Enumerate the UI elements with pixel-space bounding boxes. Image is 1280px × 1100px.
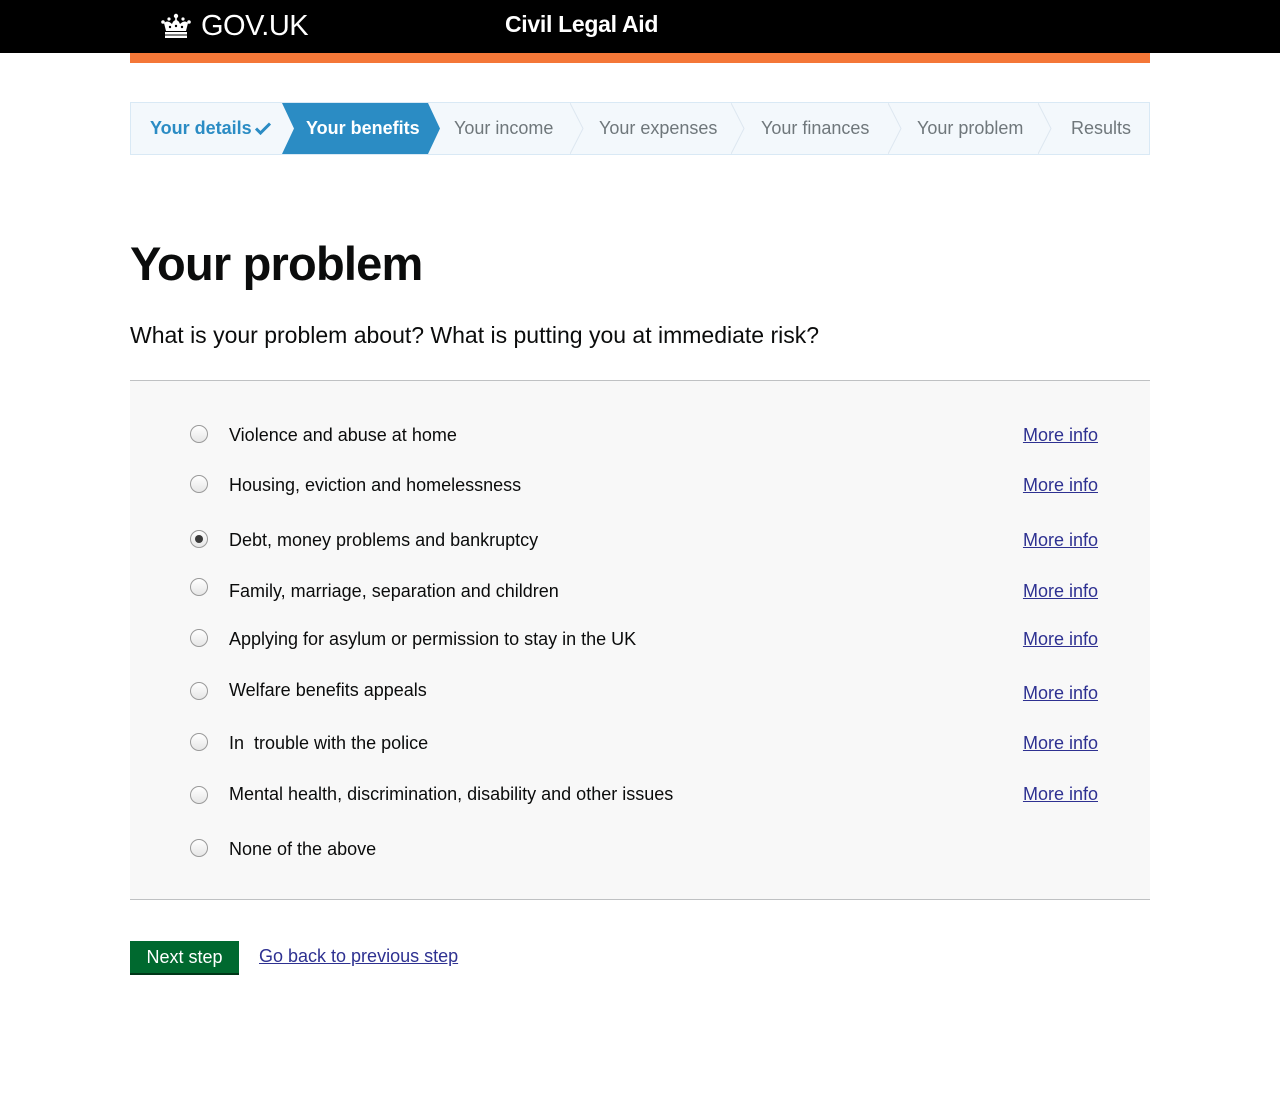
radio-button[interactable] <box>190 682 208 700</box>
step-label: Your expenses <box>599 118 718 138</box>
progress-step-your-finances: Your finances <box>745 103 902 154</box>
progress-step-your-benefits: Your benefits <box>282 103 440 154</box>
radio-button[interactable] <box>190 629 208 647</box>
more-info-link[interactable]: More info <box>1023 578 1098 604</box>
back-link[interactable]: Go back to previous step <box>259 946 458 967</box>
crown-icon <box>160 13 192 39</box>
step-label: Your income <box>454 118 554 138</box>
more-info-link[interactable]: More info <box>1023 626 1098 652</box>
progress-step-your-expenses: Your expenses <box>584 103 745 154</box>
radio-button[interactable] <box>190 733 208 751</box>
option-housing[interactable]: Housing, eviction and homelessness More … <box>190 472 1098 498</box>
service-name-link[interactable]: Civil Legal Aid <box>505 11 658 38</box>
option-debt[interactable]: Debt, money problems and bankruptcy More… <box>190 527 1098 553</box>
step-label: Your finances <box>761 118 870 138</box>
accent-bar <box>130 53 1150 63</box>
step-label: Your details <box>150 118 252 138</box>
problem-options-panel: Violence and abuse at home More info Hou… <box>130 380 1150 900</box>
option-welfare-benefits[interactable]: Welfare benefits appeals More info <box>190 678 1098 704</box>
radio-button[interactable] <box>190 475 208 493</box>
radio-button[interactable] <box>190 839 208 857</box>
more-info-link[interactable]: More info <box>1023 781 1098 807</box>
option-label[interactable]: Housing, eviction and homelessness <box>229 472 521 498</box>
chevron-right-icon <box>570 103 584 154</box>
govuk-logo-link[interactable]: GOV.UK <box>160 9 309 42</box>
option-none[interactable]: None of the above <box>190 836 1098 862</box>
more-info-link[interactable]: More info <box>1023 680 1098 706</box>
option-violence-abuse[interactable]: Violence and abuse at home More info <box>190 422 1098 448</box>
step-label: Your benefits <box>306 118 420 138</box>
option-police[interactable]: In trouble with the police More info <box>190 730 1098 756</box>
step-label: Your problem <box>917 118 1024 138</box>
more-info-link[interactable]: More info <box>1023 472 1098 498</box>
option-label[interactable]: Debt, money problems and bankruptcy <box>229 527 538 553</box>
option-label[interactable]: Violence and abuse at home <box>229 422 457 448</box>
progress-step-your-problem: Your problem <box>902 103 1052 154</box>
logo-text: GOV.UK <box>201 9 309 42</box>
option-asylum[interactable]: Applying for asylum or permission to sta… <box>190 626 1098 652</box>
progress-steps: Your details Your benefits Your income Y… <box>130 102 1150 155</box>
option-label[interactable]: Applying for asylum or permission to sta… <box>229 626 636 652</box>
radio-button[interactable] <box>190 425 208 443</box>
option-label[interactable]: None of the above <box>229 836 376 862</box>
more-info-link[interactable]: More info <box>1023 730 1098 756</box>
more-info-link[interactable]: More info <box>1023 527 1098 553</box>
progress-step-your-details: Your details <box>131 103 282 154</box>
option-label[interactable]: Mental health, discrimination, disabilit… <box>229 781 673 807</box>
step-label: Results <box>1071 118 1132 138</box>
option-label[interactable]: In trouble with the police <box>229 730 428 756</box>
option-mental-health[interactable]: Mental health, discrimination, disabilit… <box>190 781 1098 807</box>
radio-button-selected[interactable] <box>190 530 208 548</box>
chevron-right-icon <box>1038 103 1052 154</box>
next-step-button[interactable]: Next step <box>130 941 239 973</box>
progress-step-your-income: Your income <box>440 103 584 154</box>
progress-step-results: Results <box>1052 103 1149 154</box>
radio-button[interactable] <box>190 786 208 804</box>
option-family[interactable]: Family, marriage, separation and childre… <box>190 578 1098 604</box>
option-label[interactable]: Welfare benefits appeals <box>229 677 427 703</box>
page-title: Your problem <box>130 237 423 290</box>
chevron-right-icon <box>731 103 745 154</box>
site-header: GOV.UK Civil Legal Aid <box>0 0 1280 53</box>
chevron-right-icon <box>888 103 902 154</box>
question-text: What is your problem about? What is putt… <box>130 322 820 348</box>
more-info-link[interactable]: More info <box>1023 422 1098 448</box>
option-label[interactable]: Family, marriage, separation and childre… <box>229 578 559 604</box>
check-icon <box>254 119 271 136</box>
radio-button[interactable] <box>190 578 208 596</box>
